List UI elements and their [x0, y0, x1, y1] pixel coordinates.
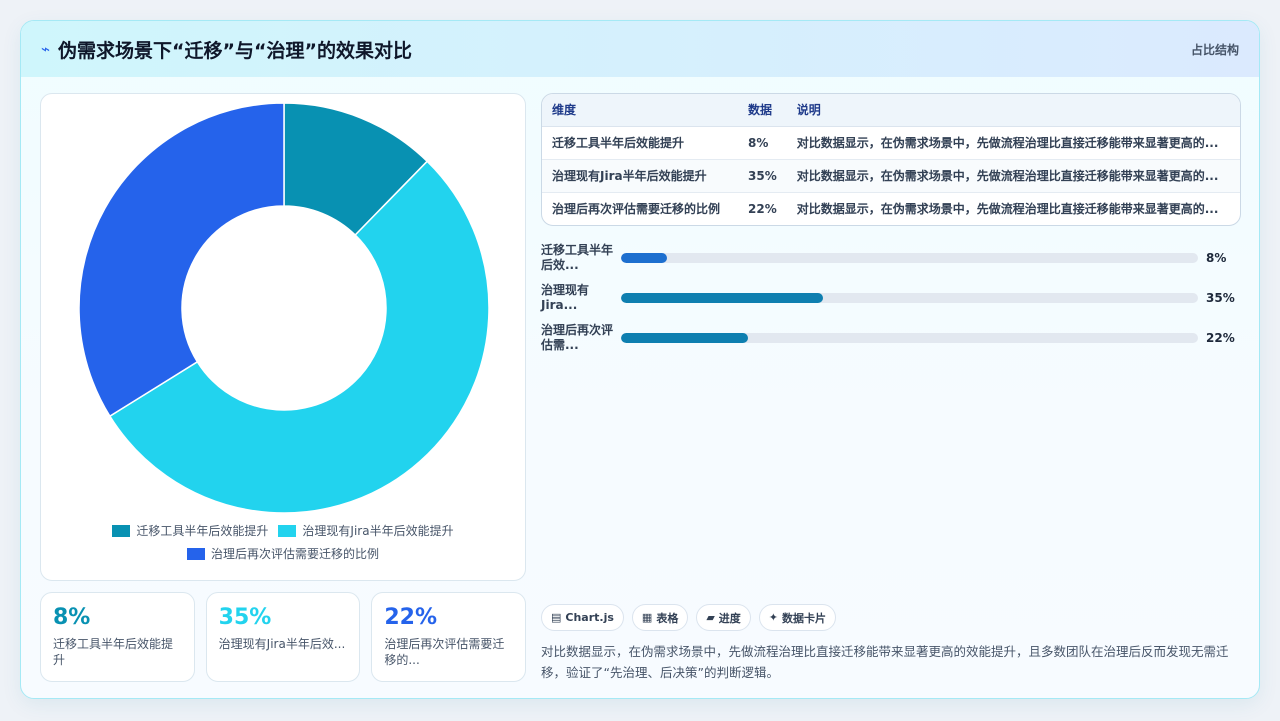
chip-button[interactable]: ▤ Chart.js	[541, 604, 624, 631]
chip-icon: ▦	[641, 611, 653, 624]
stat-card: 35% 治理现有Jira半年后效...	[205, 592, 361, 682]
table-cell: 迁移工具半年后效能提升	[542, 126, 738, 160]
table-cell: 35%	[738, 159, 787, 193]
table-cell: 对比数据显示，在伪需求场景中，先做流程治理比直接迁移能带来显著更高的...	[786, 126, 1240, 160]
legend-label: 治理后再次评估需要迁移的比例	[210, 547, 379, 561]
stat-card: 8% 迁移工具半年后效能提升	[40, 592, 195, 682]
chip-button[interactable]: ✦ 数据卡片	[758, 604, 837, 631]
bar-label: 治理后再次评估需...	[541, 323, 614, 352]
page-title: 伪需求场景下“迁移”与“治理”的效果对比	[58, 39, 412, 62]
stat-label: 治理现有Jira半年后效...	[218, 637, 346, 651]
bar-track	[621, 253, 1198, 263]
table-cell: 治理现有Jira半年后效能提升	[542, 159, 738, 193]
chip-label: 表格	[656, 611, 679, 625]
table-header-data: 数据	[738, 94, 787, 127]
table-header-row: 维度 数据 说明	[542, 94, 1240, 127]
doughnut-svg	[78, 102, 490, 514]
bar-row: 治理后再次评估需... 22%	[541, 318, 1241, 358]
bolt-icon: ⌁	[41, 40, 51, 58]
chip-label: 数据卡片	[782, 611, 827, 625]
table-header-description: 说明	[786, 94, 1240, 127]
stat-value: 35%	[218, 605, 272, 630]
chip-icon: ▰	[706, 611, 715, 624]
header-tag: 占比结构	[1190, 42, 1239, 57]
progress-bars: 迁移工具半年后效... 8% 治理现有Jira... 35% 治理后再次评估需... 22…	[541, 238, 1241, 358]
chip-button[interactable]: ▰ 进度	[696, 604, 751, 631]
bar-fill	[621, 253, 668, 263]
stat-card: 22% 治理后再次评估需要迁移的...	[371, 592, 527, 682]
feature-chips: ▤ Chart.js ▦ 表格 ▰ 进度 ✦ 数据卡片	[541, 604, 837, 631]
stat-cards: 8% 迁移工具半年后效能提升 35% 治理现有Jira半年后效... 22% 治理后再次评…	[40, 592, 527, 682]
chip-button[interactable]: ▦ 表格	[631, 604, 689, 631]
legend-label: 迁移工具半年后效能提升	[136, 524, 269, 538]
legend-swatch	[186, 547, 205, 560]
data-table: 维度 数据 说明 迁移工具半年后效能提升 8% 对比数据显示，在伪需求场景中，先…	[541, 93, 1241, 226]
bar-track	[621, 293, 1198, 303]
legend-item[interactable]: 迁移工具半年后效能提升	[112, 522, 268, 539]
chip-label: Chart.js	[565, 611, 614, 624]
table-cell: 8%	[738, 126, 787, 160]
bar-label: 迁移工具半年后效...	[541, 243, 614, 272]
bar-value: 22%	[1206, 331, 1235, 345]
table-header-dimension: 维度	[542, 94, 738, 127]
description-text: 对比数据显示，在伪需求场景中，先做流程治理比直接迁移能带来显著更高的效能提升，且…	[541, 644, 1229, 680]
stat-value: 8%	[53, 605, 91, 630]
main-card: ⌁ 伪需求场景下“迁移”与“治理”的效果对比 占比结构 迁移工具半年后效能提升治…	[20, 20, 1260, 699]
chip-label: 进度	[718, 611, 741, 625]
table-cell: 对比数据显示，在伪需求场景中，先做流程治理比直接迁移能带来显著更高的...	[796, 202, 1219, 217]
stat-label: 治理后再次评估需要迁移的...	[384, 637, 505, 667]
legend-label: 治理现有Jira半年后效能提升	[302, 524, 454, 538]
legend-swatch	[112, 524, 131, 537]
bar-fill	[621, 293, 823, 303]
doughnut-slice[interactable]	[78, 102, 285, 418]
stat-value: 22%	[384, 605, 438, 630]
bar-row: 迁移工具半年后效... 8%	[541, 238, 1241, 278]
bar-value: 8%	[1206, 251, 1227, 265]
bar-value: 35%	[1206, 291, 1235, 305]
table-row: 治理现有Jira半年后效能提升 35% 对比数据显示，在伪需求场景中，先做流程治…	[542, 159, 1240, 193]
table-cell: 治理后再次评估需要迁移的比例	[552, 202, 721, 217]
bar-label: 治理现有Jira...	[541, 283, 590, 312]
table-row: 治理后再次评估需要迁移的比例 22% 对比数据显示，在伪需求场景中，先做流程治理…	[542, 192, 1240, 225]
header: ⌁ 伪需求场景下“迁移”与“治理”的效果对比 占比结构	[21, 21, 1259, 77]
bar-track	[621, 333, 1198, 343]
stat-label: 迁移工具半年后效能提升	[53, 637, 174, 667]
doughnut-chart: 迁移工具半年后效能提升 治理现有Jira半年后效能提升治理后再次评估需要迁移的比例	[40, 93, 526, 581]
chip-icon: ▤	[551, 611, 562, 624]
table-row: 迁移工具半年后效能提升 8% 对比数据显示，在伪需求场景中，先做流程治理比直接迁…	[542, 126, 1240, 160]
table-cell: 对比数据显示，在伪需求场景中，先做流程治理比直接迁移能带来显著更高的...	[786, 159, 1240, 193]
bar-fill	[621, 333, 748, 343]
legend-item[interactable]: 治理后再次评估需要迁移的比例	[186, 545, 379, 562]
legend-swatch	[278, 524, 297, 537]
bar-row: 治理现有Jira... 35%	[541, 278, 1241, 318]
table-cell: 22%	[748, 201, 777, 216]
chip-icon: ✦	[768, 611, 779, 624]
chart-legend: 迁移工具半年后效能提升 治理现有Jira半年后效能提升治理后再次评估需要迁移的比例	[41, 522, 525, 562]
legend-item[interactable]: 治理现有Jira半年后效能提升	[278, 522, 454, 539]
